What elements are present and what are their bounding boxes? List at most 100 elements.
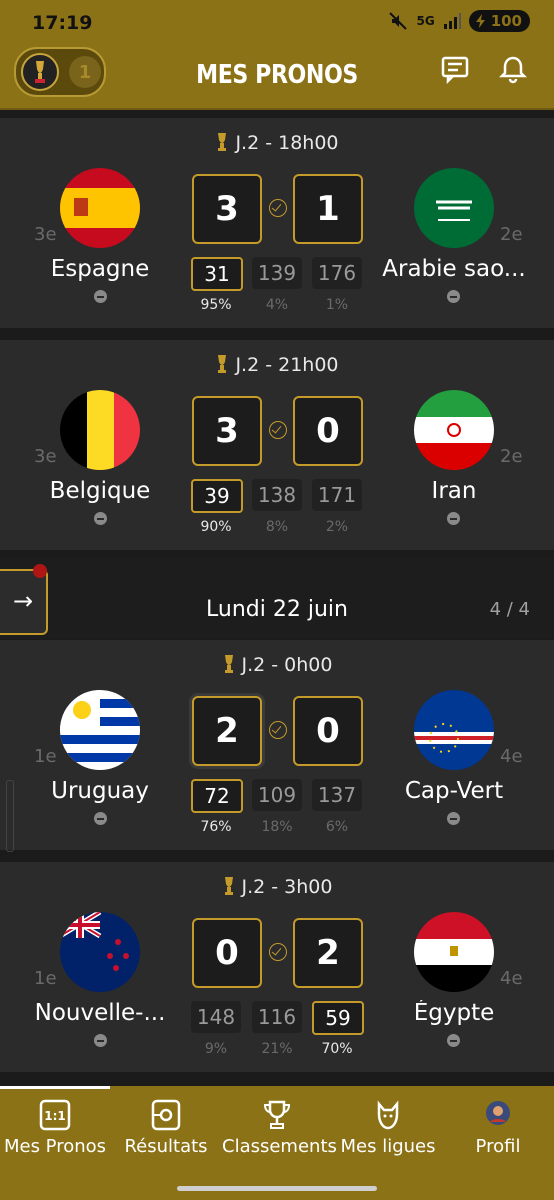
- pct-home-win: 90%: [200, 519, 232, 535]
- egypt-flag-icon: [414, 912, 494, 992]
- status-time: 17:19: [32, 12, 93, 34]
- nav-profil[interactable]: Profil: [443, 1098, 553, 1157]
- day-match-count: 4 / 4: [489, 599, 530, 620]
- away-form-icon: [447, 812, 460, 825]
- pct-home-win: 95%: [200, 297, 232, 313]
- away-rank: 2e: [500, 446, 523, 467]
- round-label: J.2: [241, 876, 266, 898]
- round-label: J.2: [241, 654, 266, 676]
- stat-draw: 116: [252, 1001, 302, 1033]
- stat-home-win: 31: [191, 257, 243, 291]
- stat-away-win: 171: [312, 479, 362, 511]
- home-team-name: Nouvelle-...: [34, 1000, 166, 1026]
- away-team-name: Iran: [431, 478, 477, 504]
- match-round: J.2 - 21h00: [0, 354, 554, 376]
- check-icon: [269, 943, 287, 961]
- away-score-input[interactable]: 1: [293, 174, 363, 244]
- stat-home-win: 148: [191, 1001, 241, 1033]
- belgium-flag-icon: [60, 390, 140, 470]
- kickoff-time: 3h00: [284, 876, 333, 898]
- match-card-1[interactable]: J.2 - 18h00 3e Espagne 3 1 31 139 176 95…: [0, 118, 554, 328]
- home-score-input[interactable]: 3: [192, 174, 262, 244]
- svg-text:1:1: 1:1: [44, 1109, 66, 1123]
- away-rank: 4e: [500, 746, 523, 767]
- stat-draw: 109: [252, 779, 302, 811]
- pct-away-win: 2%: [325, 519, 349, 535]
- league-icon: [377, 1100, 399, 1130]
- scrollbar[interactable]: [6, 780, 14, 852]
- active-tab-indicator: [0, 1086, 110, 1089]
- prono-icon: 1:1: [39, 1099, 71, 1131]
- pct-home-win: 76%: [200, 819, 232, 835]
- home-score-input[interactable]: 0: [192, 918, 262, 988]
- away-score-input[interactable]: 2: [293, 918, 363, 988]
- cup-icon: [224, 877, 233, 895]
- cup-icon: [218, 133, 227, 151]
- kickoff-time: 0h00: [284, 654, 333, 676]
- round-label: J.2: [235, 132, 260, 154]
- pct-draw: 18%: [261, 819, 293, 835]
- pct-away-win: 1%: [325, 297, 349, 313]
- check-icon: [269, 199, 287, 217]
- match-card-4[interactable]: J.2 - 3h00 1e Nouvelle-... 0 2 148 116 5…: [0, 862, 554, 1072]
- nav-resultats[interactable]: Résultats: [111, 1098, 221, 1157]
- check-icon: [269, 421, 287, 439]
- away-team-name: Égypte: [413, 1000, 495, 1026]
- away-rank: 2e: [500, 224, 523, 245]
- battery-indicator: 100: [468, 10, 530, 32]
- avatar-icon: [486, 1101, 510, 1125]
- spain-flag-icon: [60, 168, 140, 248]
- home-rank: 1e: [34, 968, 57, 989]
- cup-icon: [224, 655, 233, 673]
- bell-icon[interactable]: [498, 54, 528, 84]
- pct-away-win: 70%: [321, 1041, 353, 1057]
- home-form-icon: [94, 812, 107, 825]
- pct-home-win: 9%: [204, 1041, 228, 1057]
- bottom-nav: 1:1 Mes Pronos Résultats Classements Mes…: [0, 1086, 554, 1200]
- chat-icon[interactable]: [440, 54, 470, 84]
- match-round: J.2 - 3h00: [0, 876, 554, 898]
- stat-away-win: 59: [312, 1001, 364, 1035]
- away-form-icon: [447, 512, 460, 525]
- stat-away-win: 176: [312, 257, 362, 289]
- day-title: Lundi 22 juin: [206, 597, 348, 622]
- away-team-name: Cap-Vert: [404, 778, 504, 804]
- home-score-input[interactable]: 3: [192, 396, 262, 466]
- home-form-icon: [94, 512, 107, 525]
- home-rank: 3e: [34, 224, 57, 245]
- match-round: J.2 - 0h00: [0, 654, 554, 676]
- network-label: 5G: [416, 14, 435, 28]
- bolt-icon: [475, 14, 485, 28]
- away-score-input[interactable]: 0: [293, 696, 363, 766]
- signal-icon: [443, 13, 461, 29]
- day-separator: → Lundi 22 juin 4 / 4: [0, 557, 554, 639]
- home-rank: 3e: [34, 446, 57, 467]
- nav-mes-ligues[interactable]: Mes ligues: [333, 1098, 443, 1157]
- pct-draw: 4%: [265, 297, 289, 313]
- home-team-name: Espagne: [50, 256, 150, 282]
- results-icon: [151, 1099, 181, 1131]
- away-score-input[interactable]: 0: [293, 396, 363, 466]
- pct-draw: 21%: [261, 1041, 293, 1057]
- home-team-name: Uruguay: [51, 778, 149, 804]
- nav-classements[interactable]: Classements: [222, 1098, 337, 1157]
- nav-label: Mes ligues: [340, 1136, 436, 1157]
- away-rank: 4e: [500, 968, 523, 989]
- pct-away-win: 6%: [325, 819, 349, 835]
- status-bar: 17:19 5G 100: [0, 0, 554, 50]
- home-indicator: [177, 1186, 377, 1191]
- nav-label: Classements: [222, 1136, 337, 1157]
- uruguay-flag-icon: [60, 690, 140, 770]
- check-icon: [269, 721, 287, 739]
- home-score-input[interactable]: 2: [192, 696, 262, 766]
- trophy-icon: [263, 1100, 291, 1129]
- away-form-icon: [447, 1034, 460, 1047]
- home-rank: 1e: [34, 746, 57, 767]
- stat-home-win: 39: [191, 479, 243, 513]
- away-form-icon: [447, 290, 460, 303]
- match-card-3[interactable]: J.2 - 0h00 1e Uruguay 2 0 72 109 137 76%…: [0, 640, 554, 850]
- match-card-2[interactable]: J.2 - 21h00 3e Belgique 3 0 39 138 171 9…: [0, 340, 554, 550]
- nav-mes-pronos[interactable]: 1:1 Mes Pronos: [0, 1098, 110, 1157]
- pct-draw: 8%: [265, 519, 289, 535]
- stat-away-win: 137: [312, 779, 362, 811]
